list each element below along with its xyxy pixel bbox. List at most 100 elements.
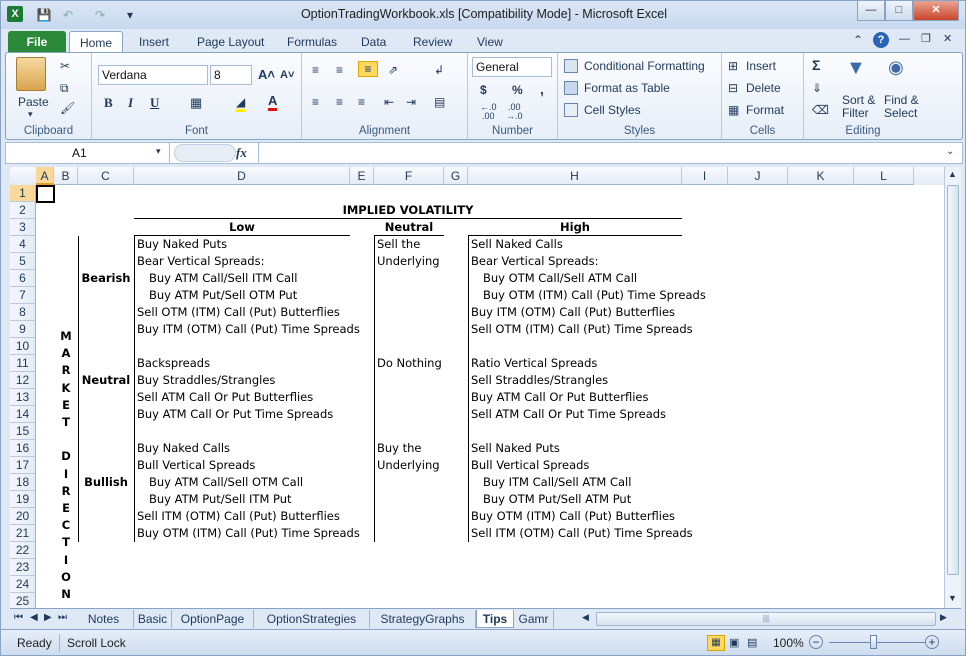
name-box[interactable]: A1 bbox=[6, 143, 170, 163]
selected-cell-a1[interactable] bbox=[36, 185, 55, 203]
column-header[interactable]: L bbox=[854, 167, 914, 185]
high-strategy-cell[interactable]: Sell ATM Call Or Put Time Spreads bbox=[471, 406, 666, 423]
low-strategy-cell[interactable]: Bull Vertical Spreads bbox=[137, 457, 255, 474]
high-strategy-cell[interactable]: Buy OTM Call/Sell ATM Call bbox=[483, 270, 637, 287]
market-direction-letter[interactable]: I bbox=[54, 552, 78, 569]
conditional-formatting-button[interactable]: Conditional Formatting bbox=[584, 59, 705, 73]
next-sheet-icon[interactable]: ▶ bbox=[44, 612, 52, 623]
cell-styles-button[interactable]: Cell Styles bbox=[584, 103, 641, 117]
neutral-strategy-cell[interactable]: Sell the bbox=[377, 236, 420, 253]
currency-button[interactable]: $ bbox=[480, 83, 487, 97]
low-strategy-cell[interactable]: Buy Naked Puts bbox=[137, 236, 227, 253]
expand-formula-bar-icon[interactable]: ⌄ bbox=[946, 146, 954, 157]
tab-review[interactable]: Review bbox=[403, 31, 462, 53]
zoom-out-icon[interactable]: − bbox=[809, 635, 823, 649]
cut-icon[interactable]: ✂ bbox=[60, 59, 70, 73]
horizontal-scroll-left-icon[interactable]: ◀ bbox=[582, 612, 589, 623]
normal-view-icon[interactable]: ▦ bbox=[707, 635, 725, 651]
tab-view[interactable]: View bbox=[467, 31, 513, 53]
tab-data[interactable]: Data bbox=[351, 31, 396, 53]
market-direction-letter[interactable]: R bbox=[54, 362, 78, 379]
align-center-icon[interactable]: ≡ bbox=[336, 95, 343, 109]
low-strategy-cell[interactable]: Buy ATM Put/Sell ITM Put bbox=[149, 491, 292, 508]
number-format-combo[interactable]: General bbox=[472, 57, 552, 77]
column-header[interactable]: B bbox=[54, 167, 78, 185]
column-header[interactable]: F bbox=[374, 167, 444, 185]
workbook-close-icon[interactable]: ✕ bbox=[943, 32, 952, 45]
insert-function-button[interactable]: fx bbox=[236, 145, 247, 161]
find-select-button-line2[interactable]: Select bbox=[884, 106, 917, 120]
high-strategy-cell[interactable]: Bull Vertical Spreads bbox=[471, 457, 589, 474]
format-painter-icon[interactable]: 🖌 bbox=[60, 101, 75, 115]
formula-bar-resizer[interactable] bbox=[174, 144, 236, 162]
low-strategy-cell[interactable]: Buy ATM Put/Sell OTM Put bbox=[149, 287, 297, 304]
fill-icon[interactable]: ⇓ bbox=[812, 81, 822, 95]
minimize-button[interactable]: — bbox=[857, 1, 885, 21]
market-direction-letter[interactable]: T bbox=[54, 534, 78, 551]
paste-icon[interactable] bbox=[16, 57, 46, 91]
neutral-strategy-cell[interactable]: Underlying bbox=[377, 253, 440, 270]
decrease-decimal-icon[interactable]: .00 →.0 bbox=[506, 103, 523, 121]
sheet-tab[interactable]: StrategyGraphs bbox=[370, 610, 476, 628]
increase-indent-icon[interactable]: ⇥ bbox=[406, 95, 416, 109]
insert-cells-button[interactable]: Insert bbox=[746, 59, 776, 73]
horizontal-scrollbar[interactable]: ||| bbox=[596, 612, 936, 626]
market-direction-letter[interactable]: A bbox=[54, 345, 78, 362]
delete-cells-button[interactable]: Delete bbox=[746, 81, 781, 95]
format-as-table-button[interactable]: Format as Table bbox=[584, 81, 670, 95]
market-direction-letter[interactable]: R bbox=[54, 483, 78, 500]
workbook-minimize-icon[interactable]: — bbox=[899, 33, 910, 45]
low-strategy-cell[interactable]: Sell ATM Call Or Put Butterflies bbox=[137, 389, 313, 406]
page-layout-view-icon[interactable]: ▣ bbox=[729, 636, 739, 649]
name-box-dropdown-icon[interactable]: ▾ bbox=[156, 146, 161, 157]
italic-icon[interactable]: I bbox=[128, 95, 133, 111]
column-header[interactable]: J bbox=[728, 167, 788, 185]
merge-center-icon[interactable]: ▤ bbox=[434, 95, 445, 109]
column-header[interactable]: D bbox=[134, 167, 350, 185]
horizontal-scroll-right-icon[interactable]: ▶ bbox=[940, 612, 947, 623]
align-left-icon[interactable]: ≡ bbox=[312, 95, 319, 109]
bearish-label[interactable]: Bearish bbox=[78, 270, 134, 287]
decrease-indent-icon[interactable]: ⇤ bbox=[384, 95, 394, 109]
low-strategy-cell[interactable]: Backspreads bbox=[137, 355, 210, 372]
increase-decimal-icon[interactable]: ←.0.00 bbox=[480, 103, 497, 121]
tab-file[interactable]: File bbox=[8, 31, 66, 53]
implied-volatility-heading[interactable]: IMPLIED VOLATILITY bbox=[134, 202, 682, 219]
shrink-font-icon[interactable]: A˅ bbox=[280, 69, 294, 81]
column-header[interactable]: I bbox=[682, 167, 728, 185]
low-header[interactable]: Low bbox=[134, 219, 350, 236]
low-strategy-cell[interactable]: Bear Vertical Spreads: bbox=[137, 253, 264, 270]
comma-button[interactable]: , bbox=[540, 81, 544, 97]
workbook-restore-icon[interactable]: ❐ bbox=[921, 32, 931, 45]
cell-styles-icon[interactable] bbox=[564, 103, 578, 117]
bullish-label[interactable]: Bullish bbox=[78, 474, 134, 491]
wrap-text-icon[interactable]: ↲ bbox=[434, 63, 444, 77]
prev-sheet-icon[interactable]: ◀ bbox=[30, 612, 38, 623]
sort-filter-button[interactable]: Sort & bbox=[842, 93, 875, 107]
market-direction-letter[interactable]: E bbox=[54, 397, 78, 414]
align-top-icon[interactable]: ≡ bbox=[312, 63, 319, 77]
delete-cells-icon[interactable]: ⊟ bbox=[728, 81, 738, 95]
low-strategy-cell[interactable]: Buy Straddles/Strangles bbox=[137, 372, 275, 389]
high-strategy-cell[interactable]: Buy ITM (OTM) Call (Put) Butterflies bbox=[471, 304, 675, 321]
low-strategy-cell[interactable]: Buy ATM Call/Sell ITM Call bbox=[149, 270, 297, 287]
column-header[interactable]: C bbox=[78, 167, 134, 185]
low-strategy-cell[interactable]: Sell ITM (OTM) Call (Put) Butterflies bbox=[137, 508, 340, 525]
market-direction-letter[interactable]: D bbox=[54, 448, 78, 465]
orientation-icon[interactable]: ⇗ bbox=[388, 63, 398, 77]
format-cells-icon[interactable]: ▦ bbox=[728, 103, 739, 117]
zoom-slider-thumb[interactable] bbox=[870, 635, 877, 649]
market-direction-letter[interactable]: M bbox=[54, 328, 78, 345]
bold-icon[interactable]: B bbox=[104, 95, 113, 111]
market-direction-letter[interactable]: T bbox=[54, 414, 78, 431]
high-strategy-cell[interactable]: Buy OTM Put/Sell ATM Put bbox=[483, 491, 631, 508]
zoom-slider-track[interactable] bbox=[829, 642, 925, 643]
column-header[interactable]: K bbox=[788, 167, 854, 185]
sheet-tab[interactable]: Gamr bbox=[514, 610, 554, 628]
percent-button[interactable]: % bbox=[512, 83, 523, 97]
low-strategy-cell[interactable]: Buy OTM (ITM) Call (Put) Time Spreads bbox=[137, 525, 360, 542]
vertical-scrollbar[interactable]: ▲ ▼ bbox=[944, 167, 961, 608]
align-middle-icon[interactable]: ≡ bbox=[336, 63, 343, 77]
tab-insert[interactable]: Insert bbox=[129, 31, 179, 53]
font-name-combo[interactable]: Verdana bbox=[98, 65, 208, 85]
